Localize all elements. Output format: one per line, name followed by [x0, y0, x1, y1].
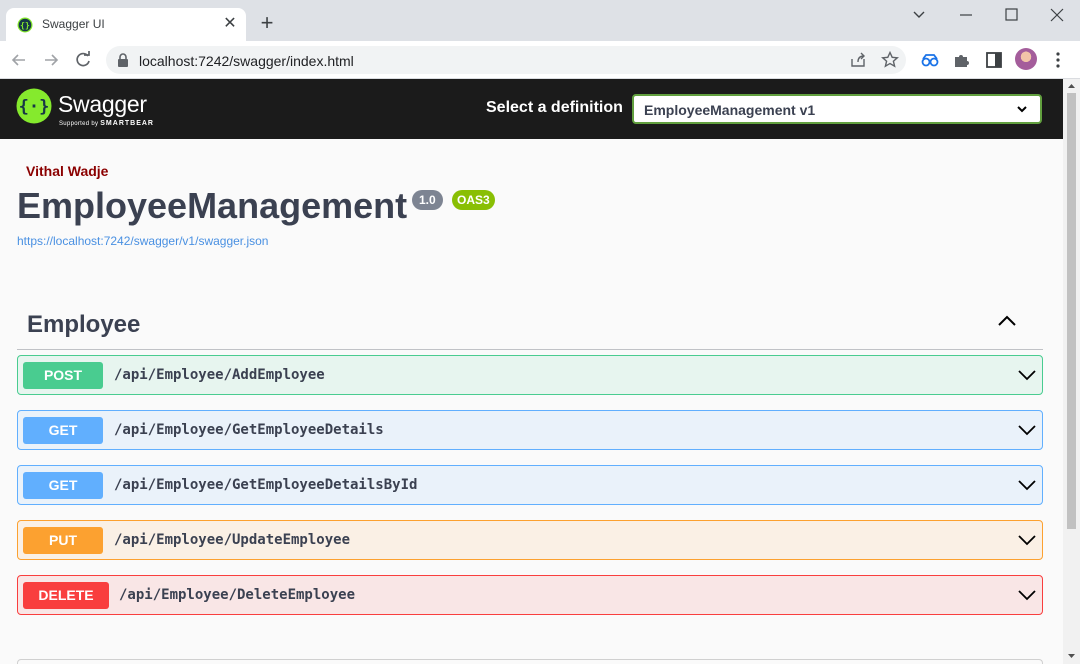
method-badge: DELETE — [23, 582, 109, 609]
schemas-section-edge — [17, 659, 1043, 664]
api-description: Vithal Wadje — [26, 163, 109, 179]
operation-path: /api/Employee/DeleteEmployee — [119, 587, 356, 603]
profile-avatar[interactable] — [1015, 48, 1037, 70]
share-icon[interactable] — [848, 50, 868, 70]
chevron-down-icon[interactable] — [1017, 479, 1037, 491]
svg-text:{·}: {·} — [19, 97, 50, 117]
lock-icon[interactable] — [117, 53, 129, 67]
definition-select[interactable]: EmployeeManagement v1 — [632, 94, 1042, 124]
svg-text:{}: {} — [20, 21, 30, 30]
chevron-down-icon[interactable] — [1017, 534, 1037, 546]
tab-title: Swagger UI — [42, 17, 105, 31]
method-badge: PUT — [23, 527, 103, 554]
method-badge: GET — [23, 472, 103, 499]
new-tab-button[interactable]: + — [255, 12, 279, 36]
scroll-up-icon[interactable] — [1067, 82, 1076, 90]
swagger-favicon-icon: {} — [17, 17, 33, 33]
operation-delete-employee[interactable]: DELETE /api/Employee/DeleteEmployee — [17, 575, 1043, 615]
scroll-down-icon[interactable] — [1067, 652, 1076, 660]
chevron-down-icon — [1017, 106, 1027, 113]
operation-put-update-employee[interactable]: PUT /api/Employee/UpdateEmployee — [17, 520, 1043, 560]
url-text: localhost:7242/swagger/index.html — [139, 53, 354, 69]
browser-tab-strip: {} Swagger UI ✕ + — [0, 0, 1080, 41]
chevron-down-icon[interactable] — [1017, 589, 1037, 601]
browser-tab[interactable]: {} Swagger UI ✕ — [6, 8, 246, 41]
operation-get-employee-details[interactable]: GET /api/Employee/GetEmployeeDetails — [17, 410, 1043, 450]
operation-path: /api/Employee/AddEmployee — [114, 367, 325, 383]
definition-label: Select a definition — [486, 99, 623, 116]
oas-badge: OAS3 — [452, 190, 495, 210]
operation-path: /api/Employee/GetEmployeeDetails — [114, 422, 384, 438]
swagger-logo-icon[interactable]: {·} — [16, 88, 52, 124]
chevron-down-icon[interactable] — [1017, 424, 1037, 436]
tag-name: Employee — [27, 311, 141, 338]
tab-close-icon[interactable]: ✕ — [220, 14, 240, 34]
tag-section-employee[interactable]: Employee — [17, 303, 1043, 350]
operation-path: /api/Employee/UpdateEmployee — [114, 532, 351, 548]
forward-icon[interactable] — [40, 49, 62, 71]
spec-url-link[interactable]: https://localhost:7242/swagger/v1/swagge… — [17, 234, 268, 248]
swagger-supported-by: Supported by SMARTBEAR — [59, 120, 154, 127]
operation-post-add-employee[interactable]: POST /api/Employee/AddEmployee — [17, 355, 1043, 395]
page-viewport: {·} Swagger Supported by SMARTBEAR Selec… — [0, 79, 1063, 664]
swagger-topbar: {·} Swagger Supported by SMARTBEAR Selec… — [0, 79, 1063, 139]
version-badge: 1.0 — [412, 190, 443, 210]
scrollbar-thumb[interactable] — [1067, 93, 1076, 529]
chevron-up-icon[interactable] — [996, 314, 1018, 328]
tab-search-icon[interactable] — [905, 4, 933, 26]
method-badge: POST — [23, 362, 103, 389]
puzzle-icon[interactable] — [952, 50, 972, 70]
page-scrollbar[interactable] — [1063, 79, 1080, 664]
operation-path: /api/Employee/GetEmployeeDetailsById — [114, 477, 418, 493]
more-menu-icon[interactable] — [1050, 49, 1066, 71]
star-icon[interactable] — [880, 50, 900, 70]
sidepanel-icon[interactable] — [984, 50, 1004, 70]
back-icon[interactable] — [8, 49, 30, 71]
definition-select-value: EmployeeManagement v1 — [644, 102, 816, 118]
close-window-icon[interactable] — [1043, 4, 1071, 26]
reload-icon[interactable] — [72, 49, 94, 71]
method-badge: GET — [23, 417, 103, 444]
minimize-icon[interactable] — [952, 4, 980, 26]
api-title: EmployeeManagement — [17, 185, 408, 226]
extension-icon[interactable] — [920, 50, 940, 70]
operation-get-employee-details-by-id[interactable]: GET /api/Employee/GetEmployeeDetailsById — [17, 465, 1043, 505]
maximize-icon[interactable] — [997, 4, 1025, 26]
browser-toolbar: localhost:7242/swagger/index.html — [0, 41, 1080, 79]
address-bar[interactable]: localhost:7242/swagger/index.html — [106, 46, 906, 74]
swagger-brand[interactable]: Swagger — [58, 91, 147, 118]
chevron-down-icon[interactable] — [1017, 369, 1037, 381]
